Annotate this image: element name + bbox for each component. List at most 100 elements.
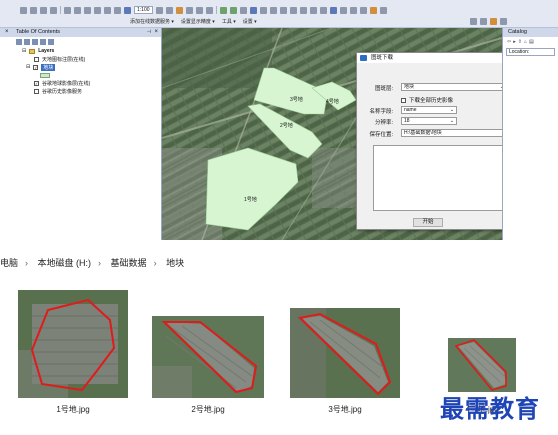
polygon-symbol-swatch[interactable] (40, 72, 50, 78)
toc-layer-item[interactable]: ✓ 谷歌地球影像层(在线) (22, 79, 161, 87)
file-thumbnail[interactable] (290, 308, 400, 398)
tools-menu[interactable]: 工具 ▾ (222, 18, 236, 25)
print-icon[interactable] (50, 6, 57, 14)
forward-extent-icon[interactable] (289, 6, 297, 14)
up-folder-icon[interactable]: ⇧ (518, 39, 522, 47)
hammer-icon[interactable] (470, 17, 477, 25)
toc-title-bar: × Table Of Contents ⊣ × (0, 28, 161, 37)
list-by-source-icon[interactable] (24, 39, 30, 45)
breadcrumb-item[interactable]: 基础数据 (111, 258, 147, 268)
back-extent-icon[interactable] (279, 6, 287, 14)
file-name[interactable]: 3号地.jpg (290, 404, 400, 415)
connect-folder-icon[interactable]: ▤ (529, 39, 534, 47)
hyperlink-icon[interactable] (359, 6, 367, 14)
layer-icon[interactable] (490, 17, 497, 25)
measure-icon[interactable] (349, 6, 357, 14)
layer-visibility-checkbox[interactable]: ✓ (33, 64, 39, 70)
file-thumbnail[interactable] (152, 316, 264, 398)
list-by-visibility-icon[interactable] (32, 39, 38, 45)
name-field-select[interactable]: name ⌄ (401, 106, 457, 114)
toc-layers-root[interactable]: ⊟ Layers (22, 47, 161, 55)
breadcrumb-item[interactable]: 本地磁盘 (H:) (38, 258, 92, 268)
close-icon[interactable]: × (5, 28, 9, 37)
collapse-icon[interactable]: ⊟ (26, 64, 30, 70)
history-checkbox-group[interactable]: 下载全部历史影像 (401, 96, 453, 104)
map-scale-combo[interactable]: 1:100 (134, 6, 153, 14)
resolution-select[interactable]: 18 ⌄ (401, 117, 457, 125)
layer-visibility-checkbox[interactable]: ✓ (34, 80, 39, 86)
layer-visibility-checkbox[interactable] (34, 56, 39, 62)
search-window-icon[interactable] (185, 6, 193, 14)
time-slider-icon[interactable] (379, 6, 387, 14)
new-map-icon[interactable] (20, 6, 27, 14)
save-icon[interactable] (40, 6, 47, 14)
toc-layer-item[interactable]: 天地图标注层(在线) (22, 55, 161, 63)
breadcrumb-item[interactable]: 电脑 (0, 258, 18, 268)
parcel-label: 3号地 (290, 97, 303, 103)
arctoolbox-icon[interactable] (195, 6, 203, 14)
parcel-4-image (448, 338, 516, 392)
python-icon[interactable] (205, 6, 213, 14)
history-checkbox[interactable] (401, 97, 406, 103)
clear-selection-icon[interactable] (309, 6, 317, 14)
layer-visibility-checkbox[interactable] (34, 88, 39, 94)
paste-icon[interactable] (84, 6, 91, 14)
file-name[interactable]: 2号地.jpg (152, 404, 264, 415)
window-icon[interactable] (500, 17, 507, 25)
identify-icon[interactable] (329, 6, 337, 14)
search-icon[interactable] (480, 17, 487, 25)
zoom-out-icon[interactable] (229, 6, 237, 14)
pin-icon[interactable]: ⊣ (147, 28, 151, 37)
file-thumbnail[interactable] (18, 290, 128, 398)
toc-layer-item[interactable]: 谷歌历史影像服务 (22, 87, 161, 95)
table-of-contents-panel: × Table Of Contents ⊣ × ⊟ Layers 天地图标注层(… (0, 28, 162, 240)
open-icon[interactable] (30, 6, 37, 14)
list-by-selection-icon[interactable] (40, 39, 46, 45)
forward-arrow-icon[interactable]: ▸ (513, 39, 516, 47)
save-location-input[interactable]: H:\基础数据\地块 (401, 129, 511, 137)
breadcrumb-item[interactable]: 地块 (166, 258, 184, 268)
fixed-zoom-out-icon[interactable] (269, 6, 277, 14)
add-data-icon[interactable] (124, 6, 131, 14)
collapse-icon[interactable]: ⊟ (22, 48, 26, 54)
toc-window-icon[interactable] (165, 6, 173, 14)
dialog-title: 图斑下载 (371, 55, 394, 61)
catalog-location-field[interactable]: Location: (506, 48, 555, 56)
display-precision-menu[interactable]: 设置显示精度 ▾ (181, 18, 215, 25)
file-thumbnail[interactable] (448, 338, 516, 392)
settings-menu[interactable]: 设置 ▾ (243, 18, 257, 25)
delete-icon[interactable] (94, 6, 101, 14)
list-by-drawing-order-icon[interactable] (16, 39, 22, 45)
redo-icon[interactable] (114, 6, 121, 14)
close-icon[interactable]: × (154, 28, 158, 37)
toc-root-label: Layers (38, 48, 55, 54)
layer-select[interactable]: 地块 ⌄ (401, 83, 507, 91)
zoom-in-icon[interactable] (219, 6, 227, 14)
chevron-right-icon: › (153, 258, 157, 268)
fixed-zoom-in-icon[interactable] (259, 6, 267, 14)
add-online-data-menu[interactable]: 添加在线数据服务 ▾ (130, 18, 174, 25)
options-icon[interactable] (48, 39, 54, 45)
select-features-icon[interactable] (299, 6, 307, 14)
full-extent-icon[interactable] (249, 6, 257, 14)
cut-icon[interactable] (64, 6, 71, 14)
pan-icon[interactable] (239, 6, 247, 14)
chevron-down-icon: ⌄ (449, 107, 454, 113)
back-arrow-icon[interactable]: ⇦ (507, 39, 511, 47)
html-popup-icon[interactable] (369, 6, 377, 14)
undo-icon[interactable] (104, 6, 111, 14)
home-icon[interactable]: ⌂ (524, 39, 527, 47)
start-button[interactable]: 开始 (413, 218, 443, 227)
gis-application-window: 1:100 添加在线数据服务 ▾ 设置显示精度 ▾ 工具 ▾ 设置 ▾ × Ta… (0, 0, 558, 240)
copy-icon[interactable] (74, 6, 81, 14)
toc-toolbar (0, 37, 161, 47)
find-icon[interactable] (339, 6, 347, 14)
toolbar-row-standard: 1:100 (20, 5, 387, 15)
catalog-window-icon[interactable] (175, 6, 183, 14)
file-name[interactable]: 1号地.jpg (18, 404, 128, 415)
toolbar-row-plugin: 添加在线数据服务 ▾ 设置显示精度 ▾ 工具 ▾ 设置 ▾ (130, 16, 261, 26)
parcel-label: 4号地 (326, 99, 339, 105)
editor-icon[interactable] (155, 6, 163, 14)
toc-layer-item[interactable]: ⊟ ✓ 地块 (22, 63, 161, 71)
select-elements-icon[interactable] (319, 6, 327, 14)
